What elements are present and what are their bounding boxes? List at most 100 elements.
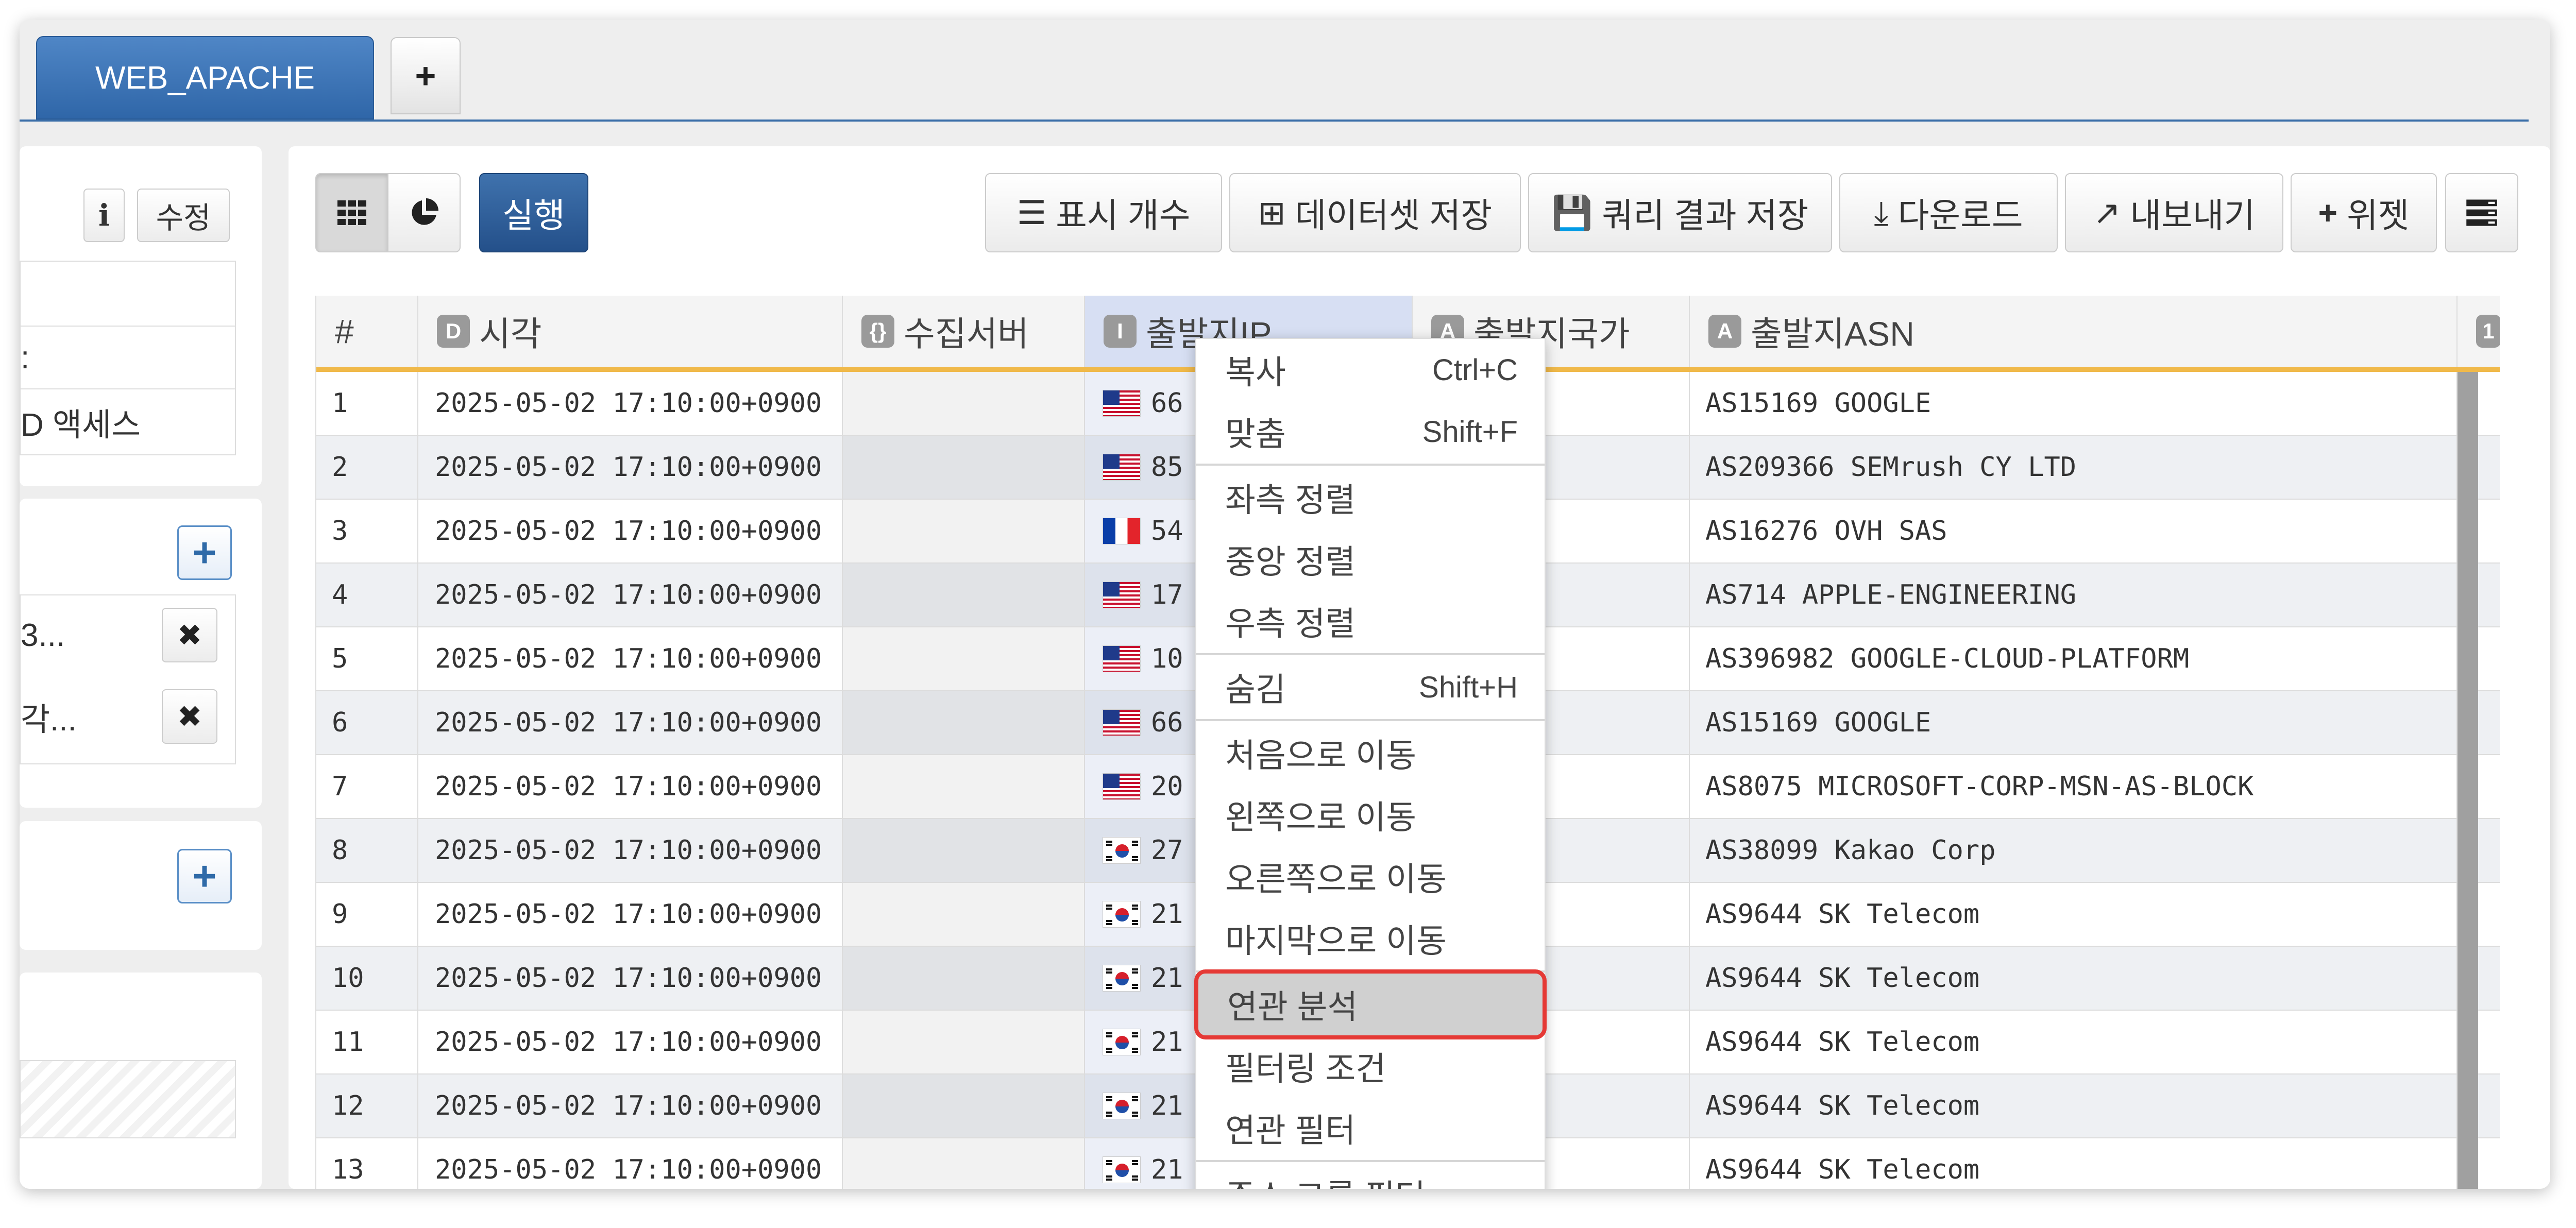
plus-icon: +: [2318, 194, 2337, 231]
menu-item[interactable]: 복사 Ctrl+C: [1196, 339, 1545, 401]
download-button[interactable]: ⤓ 다운로드: [1839, 173, 2058, 252]
menu-item[interactable]: 주소 그룹 필터: [1196, 1163, 1545, 1189]
chart-view-button[interactable]: [387, 173, 461, 252]
menu-item[interactable]: 맞춤 Shift+F: [1196, 401, 1545, 463]
server-layout-icon: [2466, 199, 2497, 226]
cell-source-asn: AS38099 Kakao Corp: [1690, 819, 2458, 882]
cell-time: 2025-05-02 17:10:00+0900: [418, 1074, 843, 1137]
cell-collector: [843, 947, 1085, 1010]
menu-item[interactable]: 오른쪽으로 이동: [1196, 846, 1545, 908]
save-dataset-button[interactable]: ⊞ 데이터셋 저장: [1229, 173, 1521, 252]
menu-item[interactable]: 처음으로 이동: [1196, 722, 1545, 784]
left-panel-section: +: [20, 821, 262, 950]
type-badge: {}: [861, 315, 894, 348]
menu-item-label: 연관 분석: [1227, 988, 1358, 1026]
add-tab-button[interactable]: +: [391, 37, 461, 114]
vertical-scrollbar[interactable]: [2458, 372, 2478, 1189]
cell-row-number: 4: [316, 564, 418, 626]
add-filter-button[interactable]: +: [177, 525, 232, 580]
menu-separator: [1196, 464, 1545, 466]
left-panel-filters: + 3... ✖ 각... ✖: [20, 499, 262, 808]
edit-button[interactable]: 수정: [137, 189, 230, 242]
cell-row-number: 8: [316, 819, 418, 882]
type-badge: D: [437, 315, 470, 348]
menu-item-label: 우측 정렬: [1225, 605, 1356, 642]
remove-filter-1-button[interactable]: ✖: [162, 608, 217, 662]
export-button[interactable]: ↗ 내보내기: [2065, 173, 2283, 252]
cell-time: 2025-05-02 17:10:00+0900: [418, 691, 843, 754]
cell-time: 2025-05-02 17:10:00+0900: [418, 627, 843, 690]
header-label: 시각: [479, 315, 542, 353]
type-badge: A: [1708, 315, 1741, 348]
menu-item-label: 중앙 정렬: [1225, 543, 1356, 581]
save-dataset-label: 데이터셋 저장: [1295, 196, 1493, 234]
header-label: 출발지ASN: [1751, 315, 1914, 353]
flag-icon: [1103, 901, 1141, 928]
menu-item-label: 맞춤: [1225, 416, 1286, 453]
cell-time: 2025-05-02 17:10:00+0900: [418, 1011, 843, 1073]
grid-view-button[interactable]: [315, 173, 388, 252]
menu-item[interactable]: 중앙 정렬: [1196, 528, 1545, 590]
menu-item[interactable]: 필터링 조건: [1196, 1035, 1545, 1097]
cell-source-asn: AS15169 GOOGLE: [1690, 372, 2458, 435]
menu-item[interactable]: 마지막으로 이동: [1196, 908, 1545, 969]
ip-text: 21: [1151, 963, 1183, 994]
cell-source-asn: AS714 APPLE-ENGINEERING: [1690, 564, 2458, 626]
menu-separator: [1196, 653, 1545, 655]
cell-source-asn: AS9644 SK Telecom: [1690, 1074, 2458, 1137]
menu-item[interactable]: 좌측 정렬: [1196, 467, 1545, 528]
header-label: #: [335, 312, 354, 350]
flag-icon: [1103, 1156, 1141, 1183]
flag-icon: [1103, 390, 1141, 417]
display-count-button[interactable]: ☰ 표시 개수: [985, 173, 1222, 252]
cell-row-number: 7: [316, 755, 418, 818]
menu-item[interactable]: 숨김 Shift+H: [1196, 656, 1545, 718]
header-next[interactable]: 1: [2458, 296, 2500, 367]
cell-collector: [843, 691, 1085, 754]
header-row-number[interactable]: #: [316, 296, 418, 367]
ip-text: 17: [1151, 579, 1183, 610]
run-button[interactable]: 실행: [479, 173, 588, 252]
display-count-label: 표시 개수: [1056, 196, 1191, 234]
filter-item-2: 각...: [21, 702, 77, 738]
cell-source-asn: AS9644 SK Telecom: [1690, 1138, 2458, 1189]
menu-item[interactable]: 연관 필터: [1196, 1097, 1545, 1159]
header-source-asn[interactable]: A 출발지ASN: [1690, 296, 2458, 367]
widget-label: 위젯: [2346, 196, 2410, 234]
empty-placeholder: [20, 1060, 236, 1138]
cell-time: 2025-05-02 17:10:00+0900: [418, 1138, 843, 1189]
cell-source-asn: AS9644 SK Telecom: [1690, 883, 2458, 946]
share-icon: ↗: [2093, 194, 2121, 231]
ip-text: 54: [1151, 516, 1183, 547]
cell-time: 2025-05-02 17:10:00+0900: [418, 755, 843, 818]
cell-time: 2025-05-02 17:10:00+0900: [418, 436, 843, 499]
add-item-button[interactable]: +: [177, 849, 232, 903]
filter-item-1: 3...: [21, 617, 65, 653]
save-query-result-button[interactable]: 💾 쿼리 결과 저장: [1528, 173, 1832, 252]
header-time[interactable]: D 시각: [418, 296, 843, 367]
flag-icon: [1103, 837, 1141, 864]
ip-text: 10: [1151, 643, 1183, 674]
flag-icon: [1103, 709, 1141, 736]
left-panel-info: i 수정 : D 액세스: [20, 146, 262, 486]
cell-source-asn: AS209366 SEMrush CY LTD: [1690, 436, 2458, 499]
menu-item-label: 오른쪽으로 이동: [1225, 861, 1447, 898]
menu-item[interactable]: 왼쪽으로 이동: [1196, 784, 1545, 846]
download-icon: ⤓: [1874, 194, 1889, 231]
menu-item-label: 처음으로 이동: [1225, 737, 1417, 774]
menu-separator: [1196, 1160, 1545, 1162]
plus-square-icon: ⊞: [1258, 194, 1286, 231]
flag-icon: [1103, 1029, 1141, 1055]
menu-item[interactable]: 연관 분석: [1194, 969, 1547, 1039]
remove-filter-2-button[interactable]: ✖: [162, 689, 217, 744]
widget-button[interactable]: + 위젯: [2291, 173, 2437, 252]
menu-item[interactable]: 우측 정렬: [1196, 590, 1545, 652]
flag-icon: [1103, 773, 1141, 800]
app-window: WEB_APACHE + i 수정 : D 액세스 + 3... ✖ 각... …: [20, 20, 2550, 1189]
tab-web-apache[interactable]: WEB_APACHE: [36, 36, 374, 120]
info-button[interactable]: i: [83, 189, 125, 242]
layout-toggle-button[interactable]: [2445, 173, 2518, 252]
menu-item-label: 연관 필터: [1225, 1112, 1356, 1149]
header-collector[interactable]: {} 수집서버: [843, 296, 1085, 367]
menu-item-shortcut: Shift+H: [1419, 670, 1518, 704]
